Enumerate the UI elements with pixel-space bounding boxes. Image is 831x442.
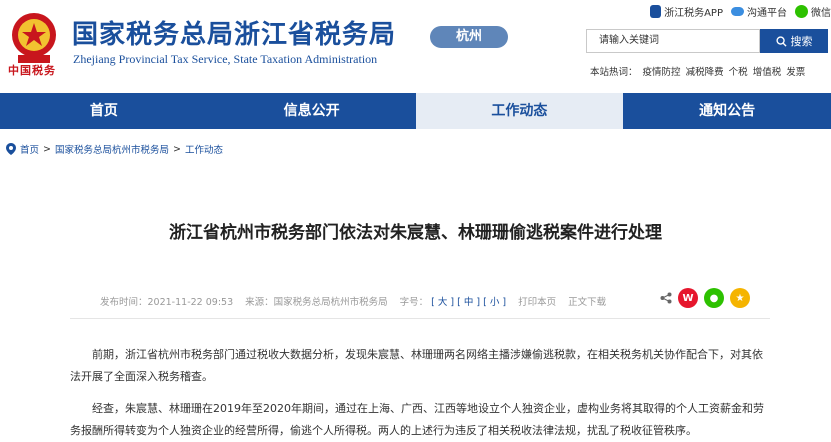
article-title: 浙江省杭州市税务部门依法对朱宸慧、林珊珊偷逃税案件进行处理 [169, 223, 662, 243]
article-paragraph: 前期，浙江省杭州市税务部门通过税收大数据分析，发现朱宸慧、林珊珊两名网络主播涉嫌… [70, 348, 763, 383]
divider [70, 318, 770, 319]
article-source: 来源：国家税务总局杭州市税务局 [245, 297, 388, 308]
search-icon [775, 35, 787, 47]
qzone-share-icon[interactable]: ★ [730, 288, 750, 308]
top-links: 浙江税务APP 沟通平台 微信 [650, 4, 831, 19]
nav-info[interactable]: 信息公开 [208, 93, 416, 129]
breadcrumb-bureau[interactable]: 国家税务总局杭州市税务局 [55, 142, 169, 156]
font-size-large[interactable]: [ 大 ] [431, 297, 454, 308]
site-header: 中国税务 国家税务总局浙江省税务局 Zhejiang Provincial Ta… [0, 0, 831, 92]
hotword-item[interactable]: 减税降费 [686, 67, 724, 78]
download-link[interactable]: 正文下载 [568, 294, 606, 308]
main-nav: 首页 信息公开 工作动态 通知公告 [0, 93, 831, 129]
city-badge[interactable]: 杭州 [430, 26, 508, 48]
breadcrumb-news[interactable]: 工作动态 [185, 142, 223, 156]
site-title[interactable]: 国家税务总局浙江省税务局 [72, 14, 396, 51]
platform-link[interactable]: 沟通平台 [731, 4, 787, 19]
article-paragraph: 经查，朱宸慧、林珊珊在2019年至2020年期间，通过在上海、广西、江西等地设立… [70, 402, 764, 437]
breadcrumb-home[interactable]: 首页 [20, 142, 39, 156]
site-title-en: Zhejiang Provincial Tax Service, State T… [73, 52, 378, 66]
nav-news[interactable]: 工作动态 [415, 93, 624, 129]
wechat-icon [795, 5, 808, 18]
article-meta: 发布时间：2021-11-22 09:53 来源：国家税务总局杭州市税务局 字号… [100, 294, 606, 308]
slogan: 中国税务 [8, 64, 56, 77]
font-size-medium[interactable]: [ 中 ] [457, 297, 480, 308]
share-icon [660, 292, 672, 304]
cloud-icon [731, 7, 744, 16]
hotword-item[interactable]: 发票 [786, 67, 805, 78]
hotword-item[interactable]: 疫情防控 [643, 67, 681, 78]
phone-icon [650, 5, 662, 18]
breadcrumb: 首页 > 国家税务总局杭州市税务局 > 工作动态 [6, 142, 223, 156]
font-size-small[interactable]: [ 小 ] [483, 297, 506, 308]
nav-home[interactable]: 首页 [0, 93, 208, 129]
nav-notice[interactable]: 通知公告 [623, 93, 831, 129]
share-bar: W ● ★ [660, 288, 750, 308]
app-link[interactable]: 浙江税务APP [650, 4, 723, 19]
weibo-share-icon[interactable]: W [678, 288, 698, 308]
publish-time: 发布时间：2021-11-22 09:53 [100, 297, 234, 308]
search-button[interactable]: 搜索 [760, 29, 828, 53]
print-link[interactable]: 打印本页 [518, 294, 556, 308]
font-size-control: 字号： [ 大 ] [ 中 ] [ 小 ] [399, 297, 507, 308]
wechat-share-icon[interactable]: ● [704, 288, 724, 308]
hotwords: 本站热词： 疫情防控 减税降费 个税 增值税 发票 [590, 67, 806, 78]
wechat-link[interactable]: 微信 [795, 4, 831, 19]
hotword-item[interactable]: 个税 [729, 67, 748, 78]
location-pin-icon [6, 143, 16, 155]
search-input[interactable]: 请输入关键词 [586, 29, 760, 53]
hotword-item[interactable]: 增值税 [753, 67, 782, 78]
